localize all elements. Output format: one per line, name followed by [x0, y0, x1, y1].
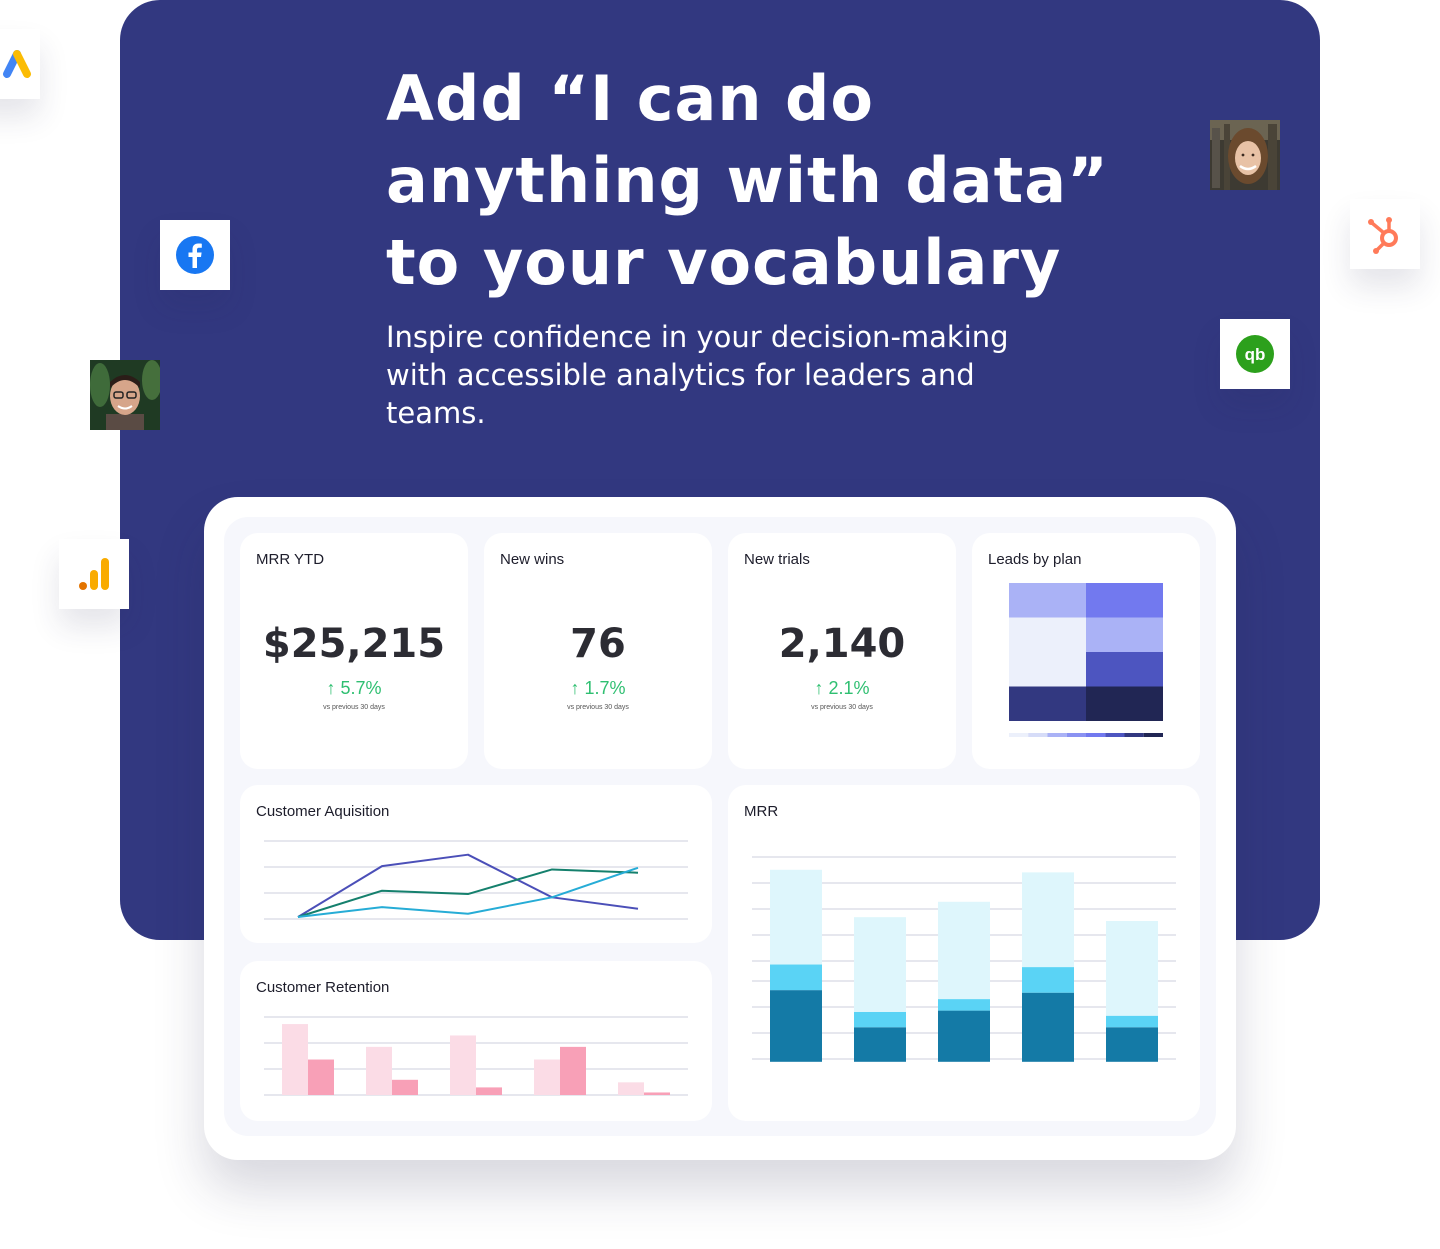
retention-bar	[534, 1059, 560, 1095]
mrr-bar-segment	[1106, 1015, 1158, 1028]
retention-bar	[560, 1046, 586, 1095]
mrr-card: MRR	[728, 785, 1200, 1121]
heatmap-legend-swatch	[1143, 733, 1163, 737]
mrr-bar-segment	[1022, 872, 1074, 968]
retention-bar	[450, 1035, 476, 1095]
heatmap-legend-swatch	[1086, 733, 1106, 737]
headline-line: Add “I can do	[386, 62, 875, 135]
kpi-title: New trials	[744, 551, 810, 568]
avatar	[90, 360, 160, 430]
mrr-bar-segment	[938, 901, 990, 1000]
heatmap-cell	[1086, 617, 1163, 652]
customer-retention-card: Customer Retention	[240, 961, 712, 1121]
hubspot-icon	[1368, 217, 1398, 254]
retention-bar	[392, 1079, 418, 1095]
facebook-chip	[160, 220, 230, 290]
google-analytics-chip	[59, 539, 129, 609]
customer-acquisition-card: Customer Aquisition	[240, 785, 712, 943]
heatmap-cell	[1086, 686, 1163, 721]
mrr-bar-segment	[938, 999, 990, 1011]
kpi-value: $25,215	[262, 621, 446, 667]
heatmap-legend-swatch	[1028, 733, 1048, 737]
mrr-bar-segment	[1106, 921, 1158, 1016]
kpi-title: MRR YTD	[256, 551, 325, 568]
google-ads-icon	[3, 50, 31, 78]
heatmap-cell	[1009, 686, 1086, 721]
dashboard-preview: MRR YTD $25,215 ↑ 5.7% vs previous 30 da…	[204, 497, 1236, 1160]
quickbooks-logo-text: qb	[1245, 345, 1266, 364]
heatmap-cell	[1086, 652, 1163, 687]
mrr-bar-segment	[1022, 967, 1074, 993]
heatmap-legend-swatch	[1066, 733, 1086, 737]
avatar	[1210, 120, 1280, 190]
kpi-note: vs previous 30 days	[811, 704, 873, 711]
retention-bar	[476, 1087, 502, 1095]
heatmap-legend-swatch	[1047, 733, 1067, 737]
kpi-value: 2,140	[778, 621, 906, 667]
kpi-card-new-trials: New trials 2,140 ↑ 2.1% vs previous 30 d…	[728, 533, 956, 769]
subtitle-line: Inspire confidence in your decision-maki…	[386, 320, 1009, 354]
retention-bar	[618, 1082, 644, 1095]
acquisition-line-chart	[264, 840, 688, 920]
mrr-bar-segment	[854, 1027, 906, 1062]
hero-headline: Add “I can do anything with data” to you…	[386, 58, 1186, 304]
leads-heatmap	[1009, 583, 1163, 737]
retention-bar	[366, 1046, 392, 1095]
mrr-bar-segment	[938, 1010, 990, 1062]
heatmap-legend-swatch	[1009, 733, 1029, 737]
subtitle-line: teams.	[386, 396, 486, 430]
mrr-bar-segment	[1022, 992, 1074, 1062]
mrr-bar-segment	[854, 1011, 906, 1028]
google-ads-chip	[0, 29, 40, 99]
quickbooks-chip: qb	[1220, 319, 1290, 389]
kpi-delta: ↑ 5.7%	[326, 678, 382, 698]
mrr-stacked-bar-chart	[752, 856, 1176, 1062]
subtitle-line: with accessible analytics for leaders an…	[386, 358, 975, 392]
hero-subtitle: Inspire confidence in your decision-maki…	[386, 318, 1066, 432]
heatmap-cell	[1086, 583, 1163, 618]
mrr-bar-segment	[1106, 1027, 1158, 1062]
heatmap-cell	[1009, 617, 1086, 652]
heatmap-legend-swatch	[1105, 733, 1125, 737]
leads-by-plan-card: Leads by plan	[972, 533, 1200, 769]
facebook-icon	[176, 236, 214, 274]
retention-bar	[308, 1059, 334, 1095]
hubspot-chip	[1350, 199, 1420, 269]
headline-line: to your vocabulary	[386, 226, 1062, 299]
kpi-delta: ↑ 1.7%	[570, 678, 626, 698]
kpi-note: vs previous 30 days	[323, 704, 385, 711]
headline-line: anything with data”	[386, 144, 1109, 217]
quickbooks-icon: qb	[1236, 335, 1274, 373]
retention-bar	[644, 1092, 670, 1095]
kpi-card-new-wins: New wins 76 ↑ 1.7% vs previous 30 days	[484, 533, 712, 769]
mrr-bar-segment	[770, 990, 822, 1062]
woman-avatar-photo	[1210, 120, 1280, 190]
google-analytics-icon	[79, 558, 109, 590]
mrr-bar-segment	[770, 964, 822, 991]
kpi-note: vs previous 30 days	[567, 704, 629, 711]
heatmap-legend-swatch	[1124, 733, 1144, 737]
kpi-value: 76	[570, 621, 626, 667]
kpi-delta: ↑ 2.1%	[814, 678, 870, 698]
kpi-card-mrr-ytd: MRR YTD $25,215 ↑ 5.7% vs previous 30 da…	[240, 533, 468, 769]
kpi-title: New wins	[500, 551, 565, 568]
retention-bar	[282, 1024, 308, 1095]
retention-bar-chart	[264, 1016, 688, 1096]
mrr-bar-segment	[770, 869, 822, 965]
man-avatar-photo	[90, 360, 160, 430]
heatmap-cell	[1009, 652, 1086, 687]
heatmap-cell	[1009, 583, 1086, 618]
dashboard-canvas: MRR YTD $25,215 ↑ 5.7% vs previous 30 da…	[224, 517, 1216, 1136]
mrr-bar-segment	[854, 917, 906, 1012]
